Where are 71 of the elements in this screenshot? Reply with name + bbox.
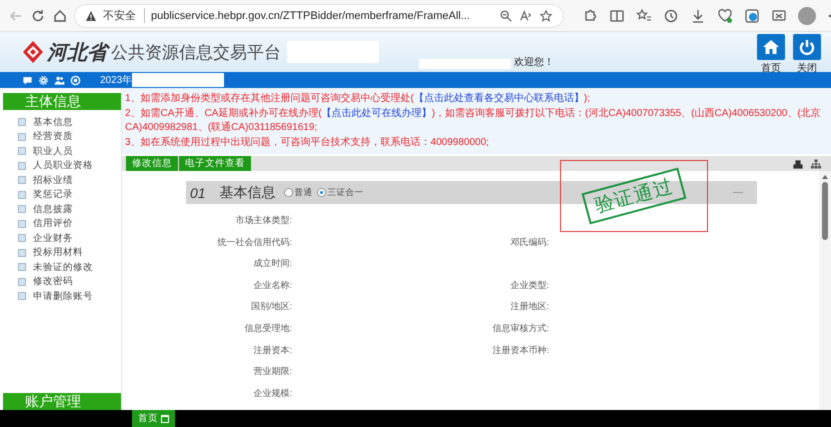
field-label: 国别/地区: — [250, 300, 292, 314]
address-bar[interactable]: 不安全 publicservice.hebpr.gov.cn/ZTTPBidder/memberframe/FrameAll... — [74, 4, 564, 28]
field-label: 信息审核方式: — [491, 322, 549, 335]
sidebar-item[interactable]: 招标业绩 — [3, 173, 121, 188]
security-label: 不安全 — [103, 8, 145, 23]
support-icon[interactable] — [70, 74, 81, 86]
field-label: 企业规模: — [252, 386, 292, 400]
sidebar-item[interactable]: 企业财务 — [3, 231, 121, 246]
platform-title: 公共资源信息交易平台 — [111, 42, 281, 64]
gear-icon[interactable] — [38, 74, 49, 86]
history-icon[interactable] — [663, 8, 679, 24]
power-icon — [798, 38, 816, 56]
section-title: 基本信息 — [220, 184, 276, 202]
sidebar-item[interactable]: 基本信息 — [3, 115, 121, 130]
sidebar-item[interactable]: 修改密码 — [3, 274, 121, 289]
field-label: 营业期限: — [252, 365, 292, 378]
field-label: 注册资本: — [252, 344, 292, 357]
sidebar-item[interactable]: 未验证的修改 — [3, 260, 121, 274]
toolbar-button[interactable]: 电子文件查看 — [179, 156, 251, 171]
field-label: 信息受理地: — [243, 322, 292, 335]
field-label: 市场主体类型: — [234, 214, 292, 227]
favorites-icon[interactable] — [636, 8, 652, 24]
sidebar-item[interactable]: 申请删除账号 — [3, 289, 121, 304]
section-number: 01 — [190, 184, 206, 200]
radio-option[interactable]: 三证合一 — [316, 186, 364, 198]
print-icon[interactable] — [793, 158, 803, 168]
radio-button[interactable] — [284, 188, 293, 197]
scrollbar[interactable] — [819, 171, 831, 410]
sidebar-item[interactable]: 信息披露 — [3, 202, 121, 216]
read-aloud-icon[interactable] — [519, 8, 533, 22]
scroll-up-icon[interactable] — [822, 175, 828, 179]
sidebar-item[interactable]: 信用评价 — [3, 216, 121, 231]
notice-text: 3、如在系统使用过程中出现问题，可咨询平台技术支持，联系电话：4009980000; — [125, 136, 490, 150]
logo-icon — [22, 40, 44, 64]
field-label: 统一社会信用代码: — [216, 236, 292, 249]
house-icon — [762, 38, 780, 56]
chat-icon[interactable] — [22, 74, 33, 86]
notice-link[interactable]: 【点击此处查看各交易中心联系电话】 — [414, 93, 584, 104]
radio-button[interactable] — [316, 188, 326, 197]
field-label: 企业名称: — [252, 278, 292, 292]
date-text: 2023年 — [100, 74, 132, 87]
profile-avatar[interactable] — [798, 6, 816, 24]
footer-tab[interactable]: 首页 — [132, 410, 175, 427]
notice-text: 2、如需CA开通、CA延期或补办可在线办理(【点击此处可在线办理】)，如需咨询客服可拨打以下电话：(河北CA)4007073355、(山西CA)4006530200、(北京CA)4009982981、(联通CA)031185691619; — [125, 106, 822, 135]
sidebar-item[interactable]: 投标用材料 — [3, 246, 121, 260]
radio-option[interactable]: 普通 — [284, 186, 313, 198]
field-label: 注册地区: — [509, 300, 549, 314]
field-label: 成立时间: — [252, 257, 292, 270]
download-icon[interactable] — [690, 8, 706, 24]
notice-text: 1、如需添加身份类型或存在其他注册问题可咨询交易中心受理处(【点击此处查看各交易中心联系电话】); — [125, 92, 592, 106]
url-text: publicservice.hebpr.gov.cn/ZTTPBidder/memberframe/FrameAll... — [151, 10, 471, 22]
field-label: 注册资本币种: — [491, 344, 549, 357]
star-icon[interactable] — [539, 8, 553, 22]
heart-pulse-icon[interactable] — [717, 8, 733, 24]
field-label: 企业类型: — [509, 278, 549, 292]
notice-link[interactable]: 【点击此处可在线办理】 — [322, 108, 432, 118]
zoom-icon[interactable] — [499, 8, 513, 22]
home-icon[interactable] — [52, 8, 68, 24]
toolbar-button[interactable]: 修改信息 — [126, 156, 178, 171]
sidebar-item[interactable]: 奖惩记录 — [3, 188, 121, 202]
field-label: 邓氏编码: — [509, 236, 549, 249]
users-icon[interactable] — [54, 74, 65, 86]
split-screen-icon[interactable] — [609, 8, 625, 24]
sitemap-icon[interactable] — [811, 158, 821, 168]
warning-icon — [85, 10, 97, 22]
sidebar-item[interactable]: 职业人员 — [3, 144, 121, 158]
sidebar-header: 主体信息 — [3, 93, 121, 110]
reload-icon[interactable] — [30, 8, 46, 24]
sidebar-item[interactable]: 人员职业资格 — [3, 158, 121, 173]
welcome-text: 欢迎您！ — [514, 56, 554, 69]
sidebar-item[interactable]: 经营资质 — [3, 130, 121, 144]
